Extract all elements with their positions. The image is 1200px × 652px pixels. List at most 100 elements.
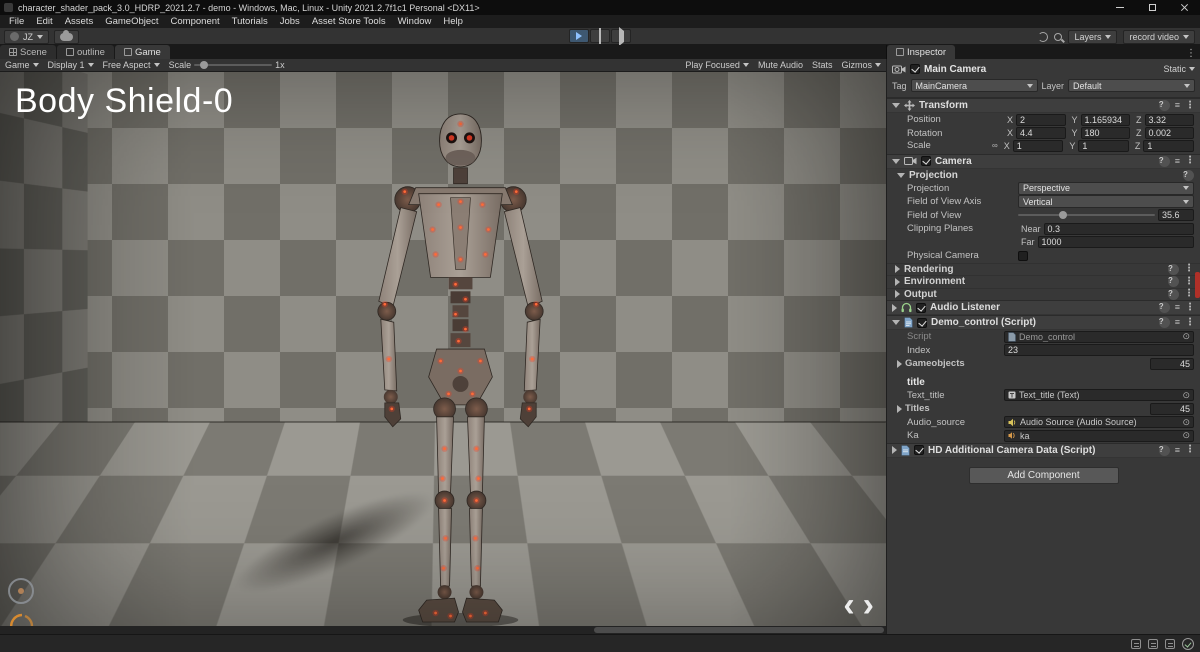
component-menu-icon[interactable] <box>1185 101 1195 111</box>
projection-foldout[interactable]: Projection <box>887 169 1200 182</box>
mute-audio-toggle[interactable]: Mute Audio <box>758 59 803 72</box>
cloud-services-button[interactable] <box>54 29 79 44</box>
camera-enabled-checkbox[interactable] <box>921 156 931 166</box>
object-picker-icon[interactable] <box>1182 390 1190 400</box>
check-circle-icon[interactable] <box>1182 638 1194 650</box>
close-button[interactable] <box>1168 0 1200 15</box>
link-scale-icon[interactable] <box>992 141 998 150</box>
environment-foldout[interactable]: Environment <box>887 275 1200 288</box>
section-menu-icon[interactable] <box>1184 277 1194 287</box>
help-icon[interactable] <box>1183 169 1194 181</box>
tab-game[interactable]: Game <box>114 45 170 59</box>
help-icon[interactable] <box>1158 302 1170 313</box>
script-object-field[interactable]: Demo_control <box>1004 330 1194 343</box>
preset-icon[interactable] <box>1175 157 1180 166</box>
packages-icon[interactable] <box>1148 639 1158 649</box>
menu-help[interactable]: Help <box>437 15 469 28</box>
menu-window[interactable]: Window <box>392 15 438 28</box>
menu-component[interactable]: Component <box>165 15 226 28</box>
previous-character-button[interactable]: ‹ <box>843 588 854 622</box>
hscrollbar-thumb[interactable] <box>594 627 884 633</box>
menu-asset-store-tools[interactable]: Asset Store Tools <box>306 15 392 28</box>
component-menu-icon[interactable] <box>1185 445 1195 455</box>
next-character-button[interactable]: › <box>863 588 874 622</box>
layer-dropdown[interactable]: Default <box>1068 79 1195 92</box>
hd-camera-data-enabled-checkbox[interactable] <box>914 445 924 455</box>
play-focused-dropdown[interactable]: Play Focused <box>685 59 749 72</box>
foldout-closed-icon[interactable] <box>892 446 897 454</box>
menu-jobs[interactable]: Jobs <box>274 15 306 28</box>
physical-camera-checkbox[interactable] <box>1018 250 1028 261</box>
tab-outline[interactable]: outline <box>56 45 114 59</box>
console-icon[interactable] <box>1131 639 1141 649</box>
step-button[interactable] <box>611 26 631 46</box>
titles-row[interactable]: Titles 45 <box>887 402 1200 416</box>
add-component-button[interactable]: Add Component <box>968 466 1119 484</box>
gameobject-name[interactable]: Main Camera <box>924 64 986 75</box>
scale-y-field[interactable]: 1 <box>1078 139 1129 152</box>
position-z-field[interactable]: 3.32 <box>1144 113 1194 126</box>
component-menu-icon[interactable] <box>1185 303 1195 313</box>
display-dropdown[interactable]: Display 1 <box>48 59 94 72</box>
help-icon[interactable] <box>1168 288 1179 300</box>
menu-assets[interactable]: Assets <box>59 15 100 28</box>
orbit-gizmo-icon[interactable] <box>8 578 34 604</box>
section-menu-icon[interactable] <box>1184 264 1194 274</box>
fov-value-field[interactable]: 35.6 <box>1158 209 1194 222</box>
game-mode-dropdown[interactable]: Game <box>5 59 39 72</box>
preset-icon[interactable] <box>1175 101 1180 110</box>
pause-button[interactable] <box>590 28 610 44</box>
text-title-object-field[interactable]: Text_title (Text) <box>1004 389 1194 402</box>
cloud-sync-icon[interactable] <box>1165 639 1175 649</box>
help-icon[interactable] <box>1158 444 1170 456</box>
stats-toggle[interactable]: Stats <box>812 59 833 72</box>
audio-listener-enabled-checkbox[interactable] <box>916 302 926 313</box>
aspect-dropdown[interactable]: Free Aspect <box>103 59 160 72</box>
fov-slider[interactable] <box>1018 211 1155 220</box>
demo-control-enabled-checkbox[interactable] <box>917 317 927 328</box>
audio-source-object-field[interactable]: Audio Source (Audio Source) <box>1004 416 1194 429</box>
demo-control-header[interactable]: Demo_control (Script) <box>887 315 1200 330</box>
undo-history-icon[interactable] <box>1038 31 1049 42</box>
scale-z-field[interactable]: 1 <box>1143 139 1195 152</box>
menu-gameobject[interactable]: GameObject <box>99 15 164 28</box>
position-y-field[interactable]: 1.165934 <box>1080 113 1130 126</box>
tag-dropdown[interactable]: MainCamera <box>910 79 1038 92</box>
game-view-hscrollbar[interactable] <box>0 626 886 634</box>
object-picker-icon[interactable] <box>1182 431 1190 441</box>
gameobject-enabled-checkbox[interactable] <box>910 64 920 74</box>
gameobjects-row[interactable]: Gameobjects 45 <box>887 357 1200 371</box>
object-picker-icon[interactable] <box>1182 417 1190 427</box>
index-field[interactable]: 23 <box>1004 344 1194 357</box>
rotation-x-field[interactable]: 4.4 <box>1016 127 1066 140</box>
rotate-gizmo-icon[interactable] <box>8 610 36 626</box>
static-dropdown[interactable]: Static <box>1163 64 1195 74</box>
section-menu-icon[interactable] <box>1184 289 1194 299</box>
layers-dropdown[interactable]: Layers <box>1068 29 1118 44</box>
component-menu-icon[interactable] <box>1185 156 1195 166</box>
fov-axis-dropdown[interactable]: Vertical <box>1018 195 1194 209</box>
position-x-field[interactable]: 2 <box>1016 113 1066 126</box>
fov-slider-thumb[interactable] <box>1059 211 1068 220</box>
menu-edit[interactable]: Edit <box>30 15 58 28</box>
camera-header[interactable]: Camera <box>887 153 1200 169</box>
game-view[interactable]: Body Shield-0 ‹ › <box>0 72 886 626</box>
rotation-z-field[interactable]: 0.002 <box>1144 127 1194 140</box>
gameobjects-size-field[interactable]: 45 <box>1150 357 1194 370</box>
account-dropdown[interactable]: JZ <box>4 29 49 44</box>
ka-object-field[interactable]: ka <box>1004 429 1194 442</box>
scale-slider[interactable] <box>194 61 273 69</box>
transform-header[interactable]: Transform <box>887 98 1200 113</box>
far-field[interactable]: 1000 <box>1037 236 1194 249</box>
help-icon[interactable] <box>1168 263 1179 275</box>
help-icon[interactable] <box>1158 155 1170 167</box>
preset-icon[interactable] <box>1175 446 1180 455</box>
minimize-button[interactable] <box>1104 0 1136 15</box>
foldout-open-icon[interactable] <box>892 158 900 164</box>
tab-inspector[interactable]: Inspector <box>887 45 956 59</box>
component-menu-icon[interactable] <box>1185 318 1195 328</box>
preset-icon[interactable] <box>1175 303 1180 312</box>
foldout-closed-icon[interactable] <box>892 303 897 312</box>
help-icon[interactable] <box>1158 100 1170 111</box>
help-icon[interactable] <box>1158 317 1170 328</box>
